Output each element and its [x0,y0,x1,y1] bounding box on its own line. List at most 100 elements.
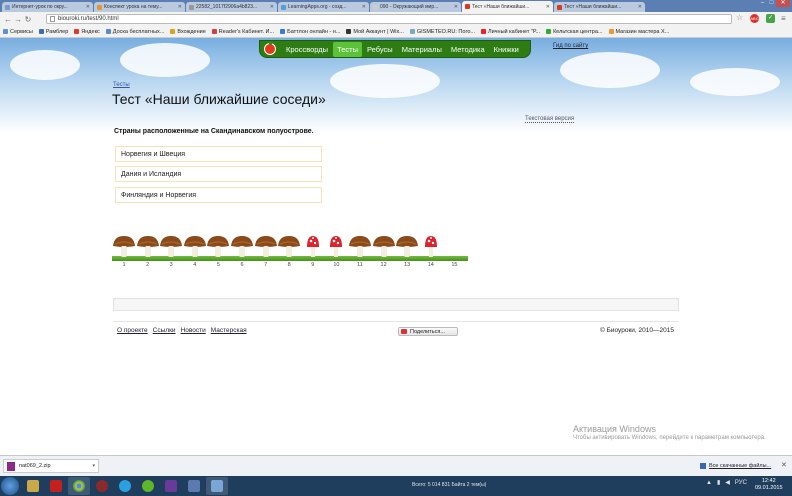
tab-close-icon[interactable]: ✕ [86,4,90,10]
address-bar[interactable]: biouroki.ru/test/90.html [46,14,732,24]
browser-tab[interactable]: Тест «Наши ближайши... ✕ [554,2,645,12]
tab-close-icon[interactable]: ✕ [454,4,458,10]
maximize-button[interactable]: □ [767,0,776,7]
all-downloads-link[interactable]: Все скачанные файлы... [700,463,771,469]
tab-close-icon[interactable]: ✕ [270,4,274,10]
bookmark-item[interactable]: Баттлон онлайн - н... [280,29,340,35]
site-navigation: Кроссворды Тесты Ребусы Материалы Методика Кн… [259,40,531,58]
bookmark-item[interactable]: Личный кабинет "Р... [480,29,540,35]
extension-green-icon[interactable]: ✓ [766,14,775,23]
footer-link[interactable]: Ссылки [153,327,176,334]
taskbar-app-picture[interactable] [206,477,228,495]
url-text: biouroki.ru/test/90.html [58,16,119,22]
tab-favicon-icon [557,4,562,10]
question-number: 14 [427,262,434,268]
bookmark-favicon-icon [170,29,176,34]
nav-item[interactable]: Книжки [490,42,523,57]
correct-answer-mushroom-icon [183,233,207,265]
download-item[interactable]: nat069_2.zip ▾ [3,459,99,473]
browser-tab[interactable]: Интернет-урок по окру... ✕ [2,2,93,12]
bookmark-label: Доска бесплатных... [112,28,165,35]
apple-logo-icon[interactable] [264,41,276,55]
taskbar-app-other[interactable] [183,477,205,495]
nav-item[interactable]: Тесты [333,41,362,57]
forward-button[interactable]: → [13,15,23,24]
close-window-button[interactable]: ✕ [776,0,790,7]
nav-item[interactable]: Материалы [398,42,446,57]
copyright: © Биоуроки, 2010—2015 [600,327,674,334]
footer-link[interactable]: Мастерская [211,327,247,334]
network-icon[interactable]: ▮ [717,479,720,486]
activation-text: Чтобы активировать Windows, перейдите к … [573,435,766,441]
bookmark-item[interactable]: Кельтская центра... [546,29,603,35]
answer-option-2[interactable]: Дания и Исландия [115,166,322,182]
bookmark-item[interactable]: Сервисы [3,29,33,35]
answer-option-3[interactable]: Финляндия и Норвегия [115,187,322,203]
taskbar-app-explorer[interactable] [22,477,44,495]
taskbar-app-media[interactable] [91,477,113,495]
menu-icon[interactable]: ≡ [781,14,786,23]
bookmark-item[interactable]: Магазин мастера Х... [608,29,669,35]
footer-link[interactable]: О проекте [117,327,148,334]
bookmark-item[interactable]: Reader's Кабинет. И... [211,29,274,35]
taskbar-app-skype[interactable] [114,477,136,495]
nav-item[interactable]: Методика [447,42,489,57]
language-indicator[interactable]: РУС [735,480,747,486]
bookmark-favicon-icon [74,29,80,34]
start-button[interactable] [1,477,19,495]
volume-icon[interactable]: ◀ [725,479,730,486]
tab-close-icon[interactable]: ✕ [362,4,366,10]
tab-favicon-icon [281,4,286,10]
nav-item[interactable]: Кроссворды [282,42,332,57]
bookmark-item[interactable]: Доска бесплатных... [105,28,165,35]
footer-link[interactable]: Новости [181,327,206,334]
bookmark-label: Яндекс [81,28,100,35]
reload-button[interactable]: ↻ [23,15,33,24]
tab-close-icon[interactable]: ✕ [178,4,182,10]
progress-mushrooms: 1 2 3 4 5 6 7 8 9 10 11 12 13 14 15 [112,233,468,273]
tab-label: Тест «Наши ближайши... [472,3,530,10]
clock[interactable]: 12:42 09.01.2015 [755,478,783,492]
tab-label: Тест «Наши ближайши... [564,4,622,10]
bookmark-favicon-icon [38,29,44,34]
share-button[interactable]: Поделиться... [398,327,458,336]
bookmark-item[interactable]: Мой Аккаунт | Wix... [346,29,404,35]
footer-divider [113,321,679,322]
tab-label: Интернет-урок по окру... [12,4,68,10]
bookmark-star-icon[interactable]: ☆ [736,13,743,22]
page-title: Тест «Наши ближайшие соседи» [112,91,326,107]
question-number: 6 [240,262,244,268]
browser-tab[interactable]: 22582_1017f2906a4b823... ✕ [186,2,277,12]
breadcrumb[interactable]: Тесты [113,82,130,88]
close-shelf-icon[interactable]: ✕ [781,461,787,469]
correct-answer-mushroom-icon [348,233,372,265]
taskbar-app-utorrent[interactable] [137,477,159,495]
back-button[interactable]: ← [3,15,13,24]
all-downloads-label: Все скачанные файлы... [709,463,772,469]
bookmark-item[interactable]: GISMETEO.RU: Пого... [409,29,475,35]
bookmark-item[interactable]: Яндекс [74,29,100,35]
taskbar-status: Всего: 5 014 831 Байта 2 тем(ы) [412,482,487,488]
bookmark-item[interactable]: Рамблер [38,29,68,35]
chevron-down-icon[interactable]: ▾ [92,463,95,469]
extension-abc-icon[interactable]: ABC [750,14,759,23]
text-version-link[interactable]: Текстовая версия [525,116,575,123]
tray-arrow-icon[interactable]: ▲ [706,480,712,486]
browser-tab[interactable]: 090 - Окружающий мир... ✕ [370,2,461,12]
minimize-button[interactable]: – [758,0,767,7]
taskbar-app-chrome[interactable] [68,477,90,495]
question-number: 12 [380,262,387,268]
bookmark-favicon-icon [105,29,111,34]
site-guide-link[interactable]: Гид по сайту [553,43,588,49]
nav-items: Кроссворды Тесты Ребусы Материалы Методика Кн… [282,41,524,57]
browser-tab[interactable]: LearningApps.org - созд... ✕ [278,2,369,12]
browser-tab[interactable]: Тест «Наши ближайши... ✕ [462,1,553,12]
tab-close-icon[interactable]: ✕ [638,4,642,10]
taskbar-app-winrar[interactable] [160,477,182,495]
nav-item[interactable]: Ребусы [363,42,397,57]
answer-option-1[interactable]: Норвегия и Швеция [115,146,322,162]
bookmark-item[interactable]: Вхождение [170,29,206,35]
tab-close-icon[interactable]: ✕ [546,4,550,10]
taskbar-app-acrobat[interactable] [45,477,67,495]
browser-tab[interactable]: Конспект урока на тему... ✕ [94,2,185,12]
